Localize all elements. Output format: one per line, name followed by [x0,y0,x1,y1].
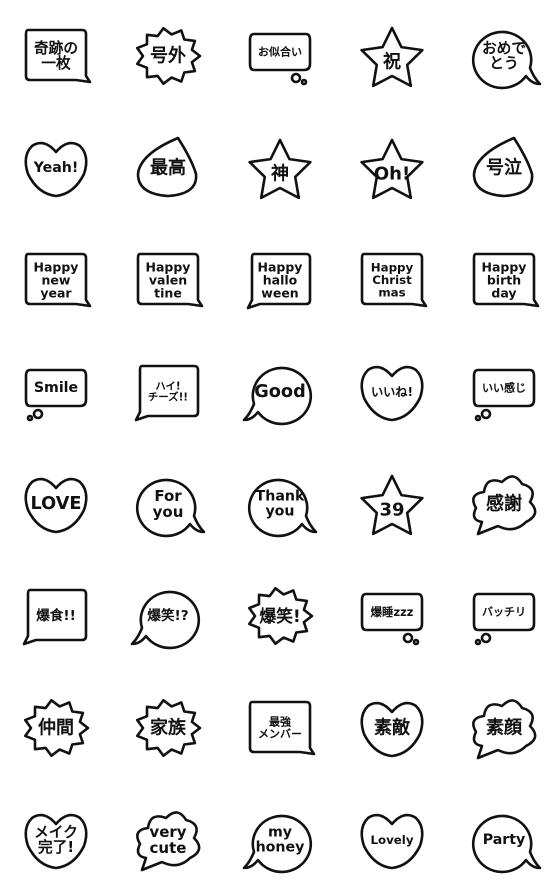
sticker-text: 素敵 [374,717,411,739]
sticker-38[interactable]: myhoney [242,814,313,874]
sticker-text: 爆笑!? [147,607,188,624]
sticker-text: メンバー [258,727,302,740]
thought-dot [26,414,34,422]
thought-dot [474,414,482,422]
thought-dot [412,638,420,646]
sticker-8[interactable]: 神 [248,138,312,200]
sticker-text: 39 [379,500,404,521]
thought-dot [290,72,302,84]
sticker-text: Lovely [370,833,413,847]
sticker-text: you [265,504,294,520]
sticker-text: Yeah! [33,160,79,176]
thought-dot [480,408,492,420]
sticker-text: 爆笑! [259,606,300,626]
sticker-text: 号泣 [486,157,522,179]
sticker-22[interactable]: Foryou [135,478,206,538]
sticker-28[interactable]: 爆笑! [248,587,314,645]
sticker-text: 最高 [150,157,186,179]
sticker-15[interactable]: Happybirthday [472,252,540,308]
sticker-26[interactable]: 爆食!! [22,588,88,646]
sticker-text: 祝 [383,51,401,73]
sticker-grid: 奇跡の一枚 号外 お似合い 祝 おめでとう Yeah! 最高 神 Oh! 号泣 Happynewye… [22,26,542,874]
sticker-27[interactable]: 爆笑!? [130,590,201,650]
sticker-text: 爆食!! [36,607,76,624]
sticker-32[interactable]: 家族 [136,699,202,757]
thought-dot [474,638,482,646]
sticker-24[interactable]: 39 [360,474,424,536]
sticker-12[interactable]: Happyvalentine [136,252,204,308]
sticker-text: チーズ!! [148,390,188,403]
sticker-text: my [268,825,292,841]
sticker-9[interactable]: Oh! [360,138,424,200]
sticker-text: とう [489,55,518,72]
sticker-14[interactable]: HappyChristmas [360,252,428,308]
sticker-text: honey [256,840,305,856]
sticker-18[interactable]: Good [242,366,313,426]
sticker-39[interactable]: Lovely [360,813,424,870]
sticker-17[interactable]: ハイ!チーズ!! [134,364,200,422]
sticker-text: Party [483,832,526,848]
sticker-11[interactable]: Happynewyear [24,252,92,308]
sticker-19[interactable]: いいね! [360,365,424,422]
sticker-text: 奇跡の [34,39,78,57]
sticker-text: cute [150,839,187,857]
sticker-text: you [153,503,184,521]
thought-dot [402,632,414,644]
sticker-text: いい感じ [482,381,526,395]
sticker-text: ween [261,286,298,301]
sticker-40[interactable]: Party [471,814,542,874]
sticker-23[interactable]: Thankyou [247,478,318,538]
sticker-7[interactable]: 最高 [136,136,198,198]
sticker-text: いいね! [371,385,413,399]
sticker-34[interactable]: 素敵 [360,701,424,758]
thought-dot [32,408,44,420]
sticker-13[interactable]: Happyhalloween [246,252,312,310]
sticker-text: 爆睡zzz [371,605,414,619]
sticker-33[interactable]: 最強メンバー [248,700,316,756]
sticker-5[interactable]: おめでとう [471,30,542,90]
sticker-31[interactable]: 仲間 [24,699,90,757]
sticker-30[interactable]: バッチリ [472,592,536,646]
sticker-20[interactable]: いい感じ [472,368,536,422]
sticker-text: Thank [256,489,305,505]
sticker-21[interactable]: LOVE [24,477,88,534]
sticker-35[interactable]: 素顔 [472,699,537,760]
sticker-6[interactable]: Yeah! [24,141,88,198]
sticker-text: 感謝 [486,493,522,515]
sticker-1[interactable]: 奇跡の一枚 [24,28,92,84]
sticker-29[interactable]: 爆睡zzz [360,592,424,646]
sticker-text: 家族 [150,717,187,739]
thought-dot [300,78,308,86]
sticker-text: お似合い [258,45,302,59]
sticker-text: 素顔 [486,717,523,739]
sticker-36[interactable]: メイク完了! [24,813,88,870]
sticker-16[interactable]: Smile [24,368,88,422]
sticker-text: 号外 [150,45,186,67]
sticker-4[interactable]: 祝 [360,26,424,88]
sticker-text: LOVE [31,494,82,514]
sticker-2[interactable]: 号外 [136,27,202,85]
sticker-10[interactable]: 号泣 [472,136,534,198]
sticker-text: tine [154,286,182,301]
sticker-text: 一枚 [41,54,71,72]
sticker-text: mas [378,285,405,299]
sticker-text: バッチリ [482,606,526,619]
sticker-25[interactable]: 感謝 [472,475,537,536]
thought-dot [480,632,492,644]
sticker-text: Smile [34,380,78,396]
sticker-text: 神 [271,163,289,185]
sticker-text: Oh! [374,164,410,185]
sticker-3[interactable]: お似合い [248,32,312,86]
sticker-text: 仲間 [38,717,74,739]
sticker-37[interactable]: verycute [136,811,201,872]
sticker-text: year [40,286,72,301]
sticker-text: Good [254,382,305,402]
sticker-text: day [491,286,516,301]
sticker-text: 完了! [38,838,74,856]
